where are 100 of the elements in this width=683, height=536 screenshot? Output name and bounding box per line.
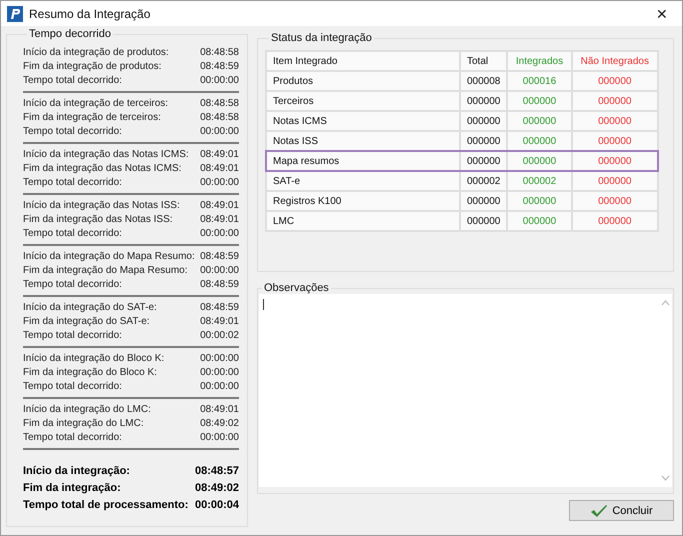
window-title: Resumo da Integração	[29, 6, 152, 20]
table-cell: 000000	[460, 91, 508, 111]
scroll-up-icon[interactable]	[661, 300, 670, 306]
notes-field[interactable]	[259, 294, 672, 487]
close-button[interactable]: ✕	[642, 1, 682, 26]
total-value: 08:49:02	[194, 481, 239, 496]
total-value: 00:00:04	[194, 498, 239, 513]
table-row[interactable]: Registros K100 000000 000000 000000	[266, 191, 658, 211]
table-cell: SAT-e	[266, 171, 460, 191]
table-cell: 000002	[507, 171, 572, 191]
table-row[interactable]: Notas ICMS 000000 000000 000000	[266, 111, 658, 131]
column-header: Total	[460, 51, 508, 71]
group-title: Observações	[263, 282, 330, 294]
table-cell: 000000	[572, 171, 658, 191]
total-label: Início da integração:	[23, 464, 130, 479]
time-value: 08:48:59	[200, 278, 239, 292]
time-value: 00:00:00	[200, 176, 239, 190]
time-label: Início da integração de produtos:	[23, 46, 169, 60]
time-value: 08:48:58	[200, 97, 239, 111]
time-label: Fim da integração de produtos:	[23, 60, 162, 74]
time-value: 08:49:01	[200, 148, 239, 162]
column-header: Não Integrados	[572, 51, 658, 71]
table-row[interactable]: Notas ISS 000000 000000 000000	[266, 131, 658, 151]
time-label: Fim da integração do Mapa Resumo:	[23, 264, 188, 278]
table-cell: Produtos	[266, 71, 460, 91]
table-cell: 000000	[460, 111, 508, 131]
table-cell: 000000	[507, 91, 572, 111]
time-label: Tempo total decorrido:	[23, 329, 122, 343]
time-label: Fim da integração de terceiros:	[23, 111, 161, 125]
time-label: Tempo total decorrido:	[23, 176, 122, 190]
table-row[interactable]: Produtos 000008 000016 000000	[266, 71, 658, 91]
time-label: Tempo total decorrido:	[23, 380, 122, 394]
time-value: 08:48:59	[200, 301, 239, 315]
total-label: Fim da integração:	[23, 481, 121, 496]
time-label: Tempo total decorrido:	[23, 278, 122, 292]
app-logo-icon	[7, 6, 23, 22]
table-cell: 000000	[572, 71, 658, 91]
table-cell: 000002	[460, 171, 508, 191]
time-label: Fim da integração do SAT-e:	[23, 315, 150, 329]
time-label: Início da integração do Bloco K:	[23, 352, 164, 366]
table-cell: 000016	[507, 71, 572, 91]
time-value: 08:49:01	[200, 315, 239, 329]
total-value: 08:48:57	[194, 464, 239, 479]
table-cell: 000000	[507, 211, 572, 231]
table-cell: 000000	[572, 91, 658, 111]
time-value: 00:00:00	[200, 264, 239, 278]
table-cell: Terceiros	[266, 91, 460, 111]
column-header: Item Integrado	[266, 51, 460, 71]
time-label: Tempo total decorrido:	[23, 431, 122, 445]
table-row[interactable]: Terceiros 000000 000000 000000	[266, 91, 658, 111]
table-cell: 000000	[507, 111, 572, 131]
table-cell: Registros K100	[266, 191, 460, 211]
time-value: 08:49:01	[200, 213, 239, 227]
time-label: Início da integração das Notas ISS:	[23, 199, 180, 213]
table-cell: Notas ISS	[266, 131, 460, 151]
table-cell: 000000	[572, 191, 658, 211]
table-row[interactable]: Mapa resumos 000000 000000 000000	[266, 151, 658, 171]
time-value: 00:00:00	[200, 352, 239, 366]
table-row[interactable]: LMC 000000 000000 000000	[266, 211, 658, 231]
time-value: 08:48:59	[200, 250, 239, 264]
time-label: Início da integração das Notas ICMS:	[23, 148, 189, 162]
time-label: Início da integração do SAT-e:	[23, 301, 157, 315]
time-label: Fim da integração do Bloco K:	[23, 366, 157, 380]
time-value: 00:00:02	[200, 329, 239, 343]
conclude-button[interactable]: Concluir	[569, 500, 674, 521]
scroll-down-icon[interactable]	[661, 475, 670, 481]
time-label: Tempo total decorrido:	[23, 125, 122, 139]
check-icon	[590, 504, 608, 518]
time-value: 00:00:00	[200, 74, 239, 88]
group-title: Status da integração	[270, 32, 373, 44]
group-title: Tempo decorrido	[28, 28, 112, 40]
table-cell: 000000	[460, 191, 508, 211]
time-label: Tempo total decorrido:	[23, 227, 122, 241]
time-value: 00:00:00	[200, 431, 239, 445]
table-cell: LMC	[266, 211, 460, 231]
table-row[interactable]: SAT-e 000002 000002 000000	[266, 171, 658, 191]
time-label: Início da integração do LMC:	[23, 403, 151, 417]
time-label: Tempo total decorrido:	[23, 74, 122, 88]
time-value: 08:49:02	[200, 417, 239, 431]
table-cell: 000000	[460, 211, 508, 231]
time-value: 00:00:00	[200, 366, 239, 380]
time-value: 00:00:00	[200, 125, 239, 139]
time-label: Início da integração de terceiros:	[23, 97, 168, 111]
time-label: Fim da integração das Notas ICMS:	[23, 162, 182, 176]
time-value: 00:00:00	[200, 380, 239, 394]
time-value: 08:48:59	[200, 60, 239, 74]
table-cell: 000008	[460, 71, 508, 91]
time-value: 08:48:58	[200, 111, 239, 125]
table-cell: 000000	[572, 111, 658, 131]
time-label: Fim da integração das Notas ISS:	[23, 213, 173, 227]
time-value: 08:49:01	[200, 199, 239, 213]
time-value: 00:00:00	[200, 227, 239, 241]
table-cell: 000000	[572, 211, 658, 231]
time-value: 08:49:01	[200, 162, 239, 176]
time-value: 08:48:58	[200, 46, 239, 60]
time-label: Fim da integração do LMC:	[23, 417, 144, 431]
column-header: Integrados	[507, 51, 572, 71]
table-cell: Notas ICMS	[266, 111, 460, 131]
time-label: Início da integração do Mapa Resumo:	[23, 250, 195, 264]
table-cell: 000000	[507, 191, 572, 211]
